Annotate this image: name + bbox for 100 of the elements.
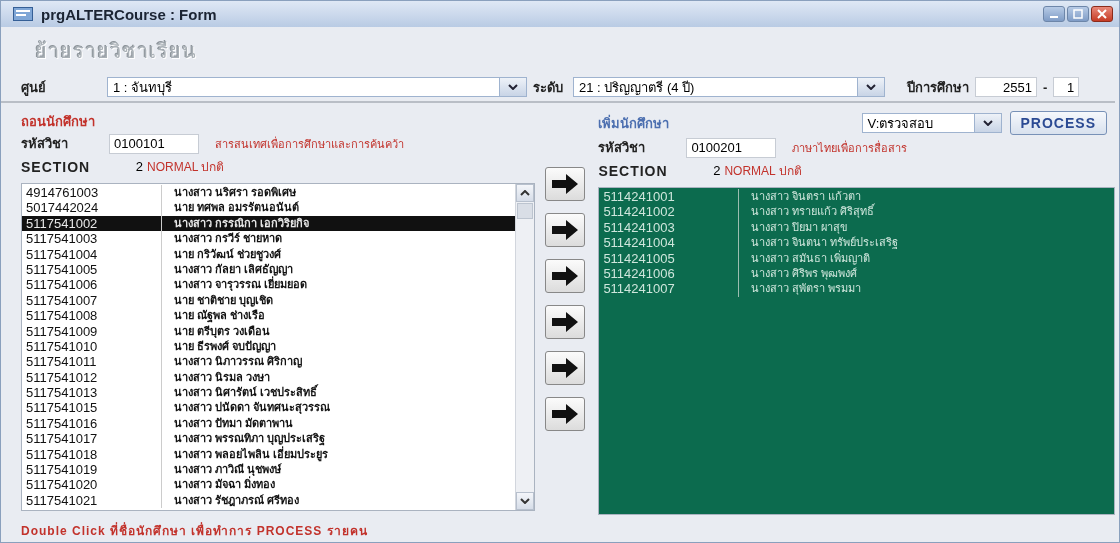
student-name-text: นาย กริวัฒน์ ช่วยชูวงศ์ bbox=[173, 246, 282, 262]
process-button[interactable]: PROCESS bbox=[1009, 111, 1107, 135]
course-code-field[interactable]: 0100101 bbox=[109, 133, 199, 154]
student-row[interactable]: 5117541003 นางสาว กรวีร์ ชายหาด bbox=[22, 231, 515, 247]
student-id-text: 5114241007 bbox=[599, 281, 740, 297]
arrow-right-icon bbox=[549, 265, 580, 287]
student-id-text: 5117541021 bbox=[22, 492, 162, 509]
separator-text: - bbox=[1043, 79, 1048, 95]
center-dropdown[interactable]: 1 : จันทบุรี bbox=[107, 77, 527, 97]
student-row[interactable]: 5017442024 นาย ทศพล อมรรัตนอนันต์ bbox=[22, 200, 515, 216]
add-student-list[interactable] bbox=[598, 187, 1115, 515]
close-button[interactable] bbox=[1091, 6, 1113, 22]
level-dropdown[interactable]: 21 : ปริญญาตรี (4 ปี) bbox=[573, 77, 885, 97]
student-name-text: นาย ธีรพงศ์ จบปัญญา bbox=[173, 338, 277, 355]
section-field[interactable]: 2 bbox=[686, 160, 725, 181]
chevron-down-icon bbox=[519, 498, 530, 504]
student-name-text: นางสาว มัจฉา มิ่งทอง bbox=[162, 477, 276, 493]
student-row[interactable]: 5114241002 นางสาว ทรายแก้ว ศิริสุทธิ์ bbox=[599, 204, 1114, 220]
mode-dropdown[interactable]: V:ตรวจสอบ bbox=[861, 113, 1002, 133]
move-right-button[interactable] bbox=[544, 397, 585, 431]
student-row[interactable]: 5117541010 นาย ธีรพงศ์ จบปัญญา bbox=[22, 338, 515, 355]
student-name-text: นางสาว สุพัตรา พรมมา bbox=[750, 281, 862, 297]
form-heading: ย้ายรายวิชาเรียน bbox=[34, 39, 198, 64]
move-right-button[interactable] bbox=[544, 259, 585, 293]
student-name-text: นางสาว นิรมล วงษา bbox=[173, 369, 271, 384]
student-row[interactable]: 5117541002 นางสาว กรรณิกา เอกวิริยกิจ bbox=[22, 215, 515, 232]
arrow-right-icon bbox=[549, 173, 580, 195]
student-id-text: 5117541016 bbox=[22, 415, 162, 432]
section-field[interactable]: 2 bbox=[109, 156, 147, 177]
student-id-text: 5114241001 bbox=[599, 189, 740, 205]
student-row[interactable]: 5117541013 นางสาว นิศารัตน์ เวชประสิทธิ์ bbox=[22, 385, 515, 401]
student-row[interactable]: 5117541015 นางสาว ปนัดดา จันทศนะสุวรรณ bbox=[22, 400, 515, 416]
scroll-down-button[interactable] bbox=[515, 492, 534, 510]
student-row[interactable]: 5117541005 นางสาว กัลยา เลิศธัญญา bbox=[22, 261, 515, 278]
chevron-down-icon bbox=[508, 84, 518, 90]
student-row[interactable]: 5117541011 นางสาว นิภาวรรณ ศิริกาญ bbox=[22, 354, 515, 370]
withdraw-student-list[interactable] bbox=[21, 183, 535, 511]
student-row[interactable]: 5117541009 นาย ตรีบุตร วงเดือน bbox=[22, 323, 515, 339]
arrow-right-icon bbox=[549, 403, 580, 425]
minimize-button[interactable] bbox=[1043, 6, 1065, 22]
add-heading: เพิ่มนักศึกษา bbox=[598, 113, 670, 133]
student-row[interactable]: 5117541018 นางสาว พลอยไพลิน เอี่ยมประยูร bbox=[22, 446, 515, 463]
scroll-thumb[interactable] bbox=[516, 203, 533, 219]
student-id-text: 5117541015 bbox=[22, 400, 162, 416]
year-label: ปีการศึกษา bbox=[907, 78, 969, 97]
student-name-text: นางสาว จารุวรรณ เยี่ยมยอด bbox=[162, 277, 308, 293]
student-id-text: 5117541005 bbox=[22, 261, 162, 278]
student-name-text: นางสาว ปัทมา มัดตาพาน bbox=[173, 415, 294, 431]
student-row[interactable]: 5117541020 นางสาว มัจฉา มิ่งทอง bbox=[22, 477, 515, 493]
student-id-text: 5114241006 bbox=[599, 265, 740, 282]
term-field[interactable]: 1 bbox=[1053, 77, 1080, 97]
student-id-text: 5117541009 bbox=[22, 323, 162, 339]
student-row[interactable]: 5117541016 นางสาว ปัทมา มัดตาพาน bbox=[22, 415, 515, 432]
student-name-text: นางสาว ปนัดดา จันทศนะสุวรรณ bbox=[173, 400, 331, 416]
student-id-text: 5114241004 bbox=[599, 235, 740, 251]
maximize-icon bbox=[1073, 9, 1083, 19]
student-row[interactable]: 5117541007 นาย ชาติชาย บุญเชิด bbox=[22, 292, 515, 309]
student-row[interactable]: 5117541008 นาย ณัฐพล ช่างเรือ bbox=[22, 308, 515, 324]
level-label: ระดับ bbox=[533, 78, 563, 97]
section-type-text: NORMAL ปกติ bbox=[147, 159, 225, 176]
year-field[interactable]: 2551 bbox=[975, 77, 1037, 97]
student-name-text: นางสาว นิภาวรรณ ศิริกาญ bbox=[173, 354, 303, 370]
center-label: ศูนย์ bbox=[21, 78, 47, 98]
student-row[interactable]: 5114241005 นางสาว สมันธา เพิ่มญาติ bbox=[599, 250, 1114, 266]
student-row[interactable]: 4914761003 นางสาว นริศรา รอดพิเศษ bbox=[22, 185, 515, 201]
student-row[interactable]: 5114241004 นางสาว จินตนา ทรัพย์ประเสริฐ bbox=[599, 235, 1114, 251]
student-id-text: 5114241003 bbox=[599, 219, 740, 236]
student-name-text: นางสาว จินตนา ทรัพย์ประเสริฐ bbox=[750, 235, 899, 251]
student-id-text: 5117541019 bbox=[22, 462, 162, 478]
student-name-text: นางสาว นริศรา รอดพิเศษ bbox=[173, 185, 297, 200]
student-id-text: 5114241005 bbox=[599, 250, 740, 266]
student-row[interactable]: 5114241006 นางสาว ศิริพร พุฒพงศ์ bbox=[599, 265, 1114, 282]
course-code-field[interactable]: 0100201 bbox=[686, 137, 777, 158]
section-label: SECTION bbox=[598, 162, 669, 179]
student-name-text: นางสาว นิศารัตน์ เวชประสิทธิ์ bbox=[173, 385, 318, 401]
section-type-text: NORMAL ปกติ bbox=[724, 163, 802, 180]
student-name-text: นาย ตรีบุตร วงเดือน bbox=[173, 323, 271, 339]
student-id-text: 5117541007 bbox=[22, 292, 162, 309]
student-name-text: นางสาว ทรายแก้ว ศิริสุทธิ์ bbox=[750, 204, 875, 220]
student-name-text: นาย ทศพล อมรรัตนอนันต์ bbox=[173, 200, 300, 216]
student-name-text: นาย ณัฐพล ช่างเรือ bbox=[173, 308, 266, 324]
scrollbar[interactable] bbox=[514, 184, 534, 510]
student-id-text: 5117541006 bbox=[22, 277, 162, 293]
move-right-button[interactable] bbox=[544, 351, 585, 385]
student-id-text: 5117541008 bbox=[22, 308, 162, 324]
student-row[interactable]: 5117541004 นาย กริวัฒน์ ช่วยชูวงศ์ bbox=[22, 246, 515, 262]
student-id-text: 4914761003 bbox=[22, 185, 162, 201]
move-right-button[interactable] bbox=[544, 213, 585, 247]
chevron-down-icon bbox=[982, 120, 993, 126]
arrow-right-icon bbox=[549, 311, 580, 333]
student-name-text: นางสาว พลอยไพลิน เอี่ยมประยูร bbox=[173, 446, 329, 463]
scroll-up-button[interactable] bbox=[515, 184, 534, 202]
student-row[interactable]: 5114241003 นางสาว ปิยมา ผาสุข bbox=[599, 219, 1114, 236]
move-right-button[interactable] bbox=[544, 305, 585, 339]
student-row[interactable]: 5114241007 นางสาว สุพัตรา พรมมา bbox=[599, 281, 1114, 297]
withdraw-heading: ถอนนักศึกษา bbox=[21, 112, 96, 131]
move-right-button[interactable] bbox=[544, 167, 585, 201]
student-row[interactable]: 5117541021 นางสาว รัชฎาภรณ์ ศรีทอง bbox=[22, 492, 515, 509]
student-row[interactable]: 5117541017 นางสาว พรรณทิภา บุญประเสริฐ bbox=[22, 431, 515, 447]
student-row[interactable]: 5117541006 นางสาว จารุวรรณ เยี่ยมยอด bbox=[22, 277, 515, 293]
